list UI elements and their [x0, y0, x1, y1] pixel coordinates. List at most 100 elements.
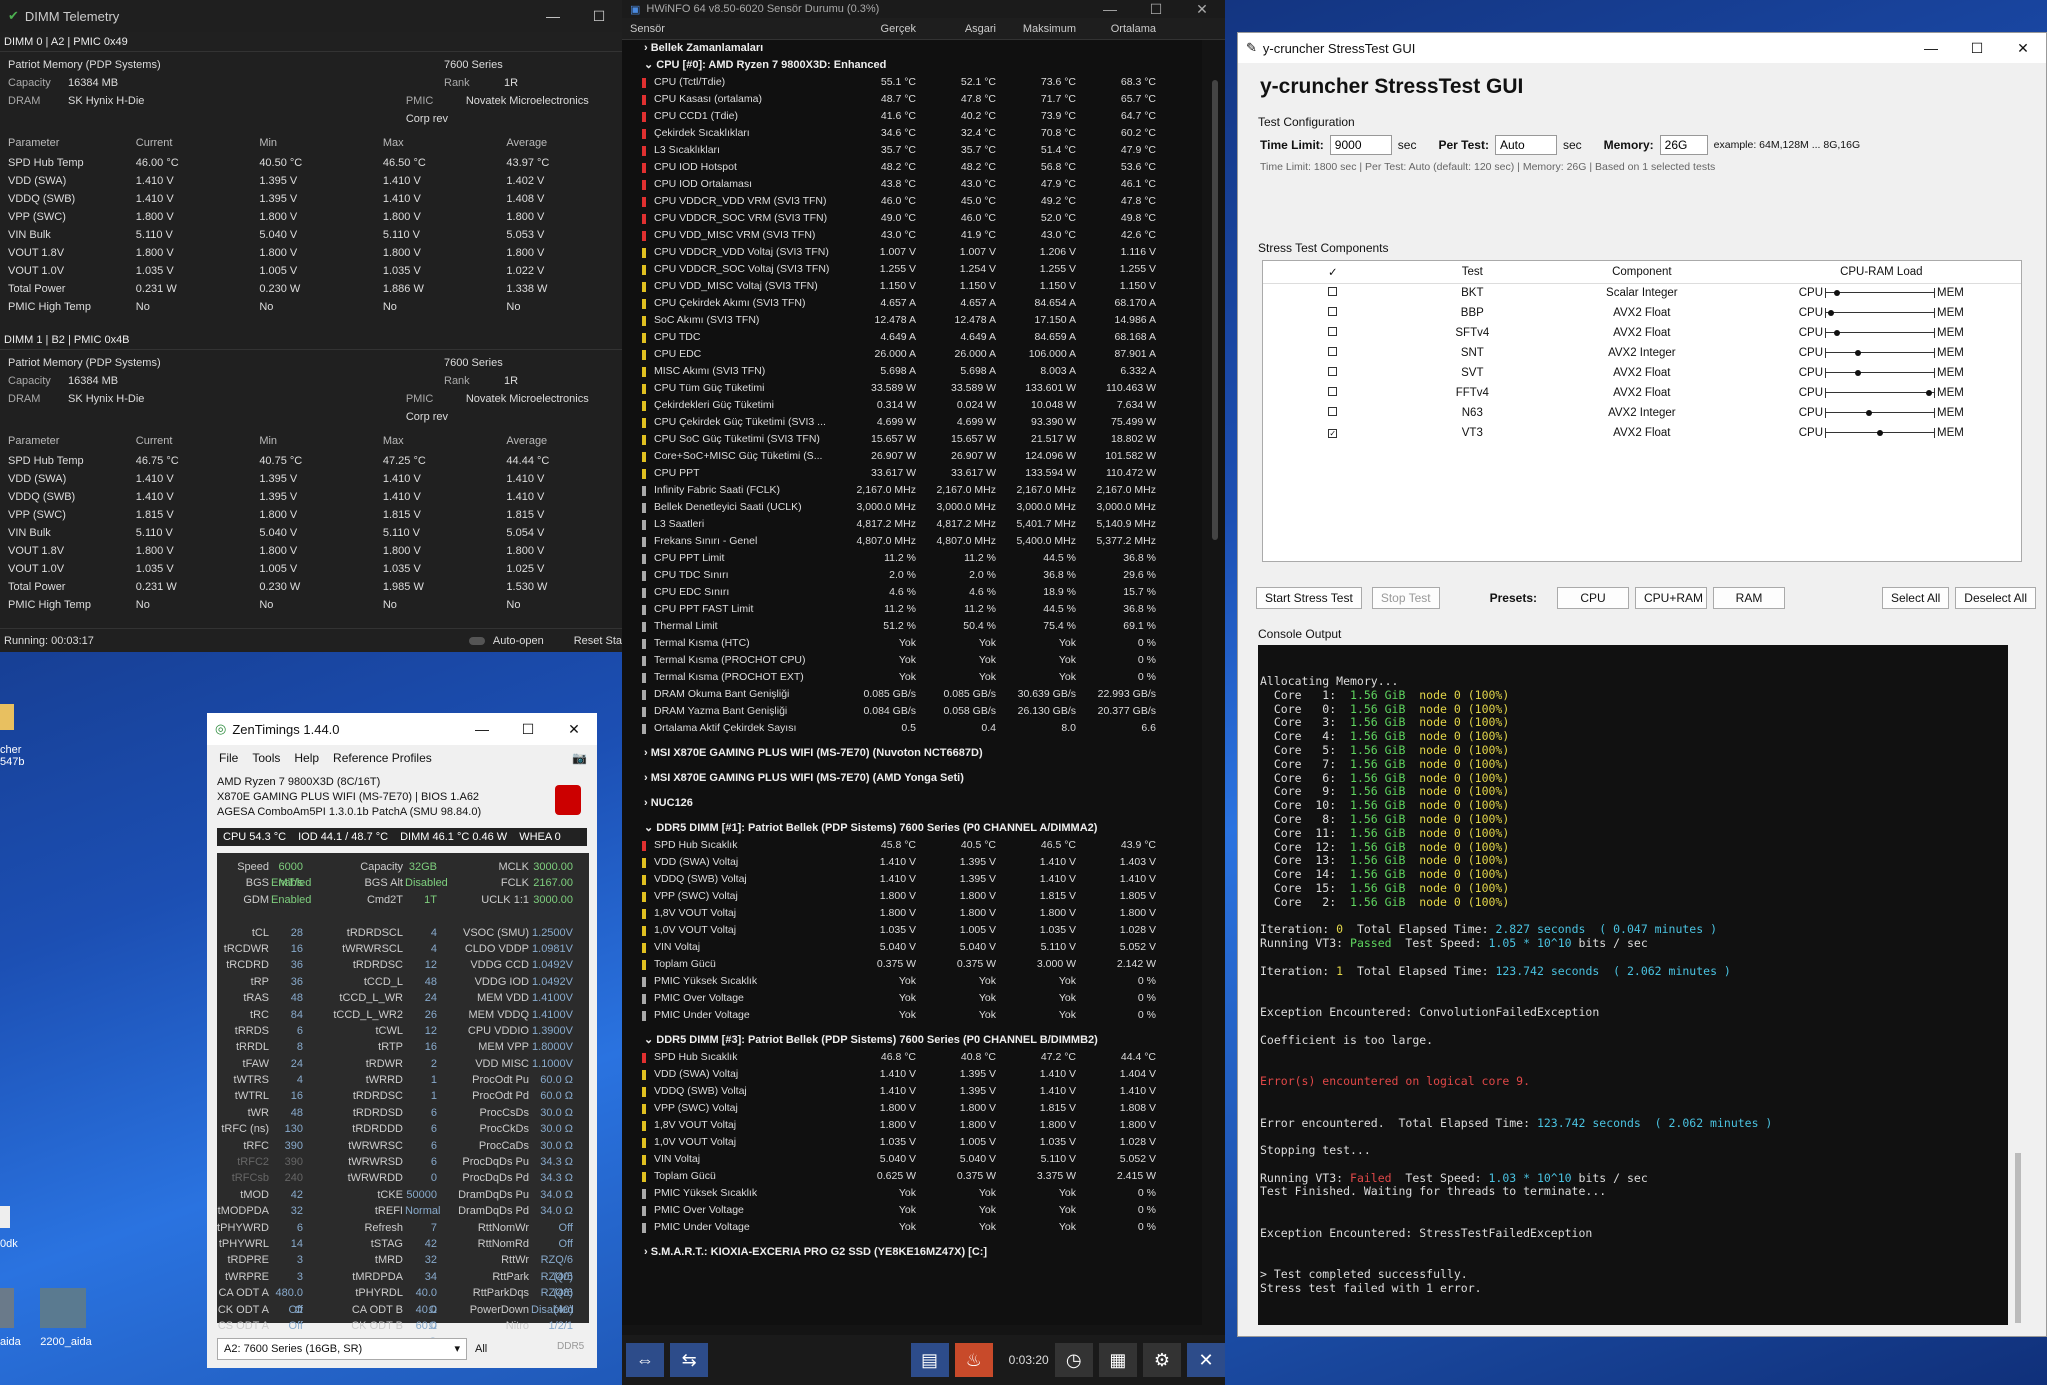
sensor-row[interactable]: CPU PPT FAST Limit 11.2 % 11.2 % 44.5 % 36.8…	[622, 601, 1202, 618]
sensor-row[interactable]: Core+SoC+MISC Güç Tüketimi (S... 26.907 W…	[622, 448, 1202, 465]
maximize-icon[interactable]: ☐	[505, 721, 551, 738]
sensor-row[interactable]: VDDQ (SWB) Voltaj 1.410 V 1.395 V 1.410 V 1.…	[622, 871, 1202, 888]
preset-cpu-button[interactable]: CPU	[1557, 587, 1629, 609]
sensor-row[interactable]: CPU SoC Güç Tüketimi (SVI3 TFN) 15.657 W 1…	[622, 431, 1202, 448]
sensor-section-header[interactable]: › S.M.A.R.T.: KIOXIA-EXCERIA PRO G2 SSD …	[622, 1244, 1202, 1261]
slider-knob[interactable]	[1828, 309, 1835, 316]
test-checkbox[interactable]	[1328, 307, 1338, 316]
load-slider[interactable]	[1825, 367, 1935, 378]
scrollbar[interactable]	[2015, 1153, 2021, 1323]
sensor-row[interactable]: Thermal Limit 51.2 % 50.4 % 75.4 % 69.1 %	[622, 618, 1202, 635]
sensor-row[interactable]: CPU EDC Sınırı 4.6 % 4.6 % 18.9 % 15.7 %	[622, 584, 1202, 601]
close-icon[interactable]: ✕	[1186, 1343, 1225, 1377]
sensor-row[interactable]: CPU EDC 26.000 A 26.000 A 106.000 A 87.901 A	[622, 346, 1202, 363]
sensor-section-header[interactable]: › MSI X870E GAMING PLUS WIFI (MS-7E70) (…	[622, 770, 1202, 787]
arrows-icon[interactable]: ⇆	[670, 1343, 709, 1377]
slider-knob[interactable]	[1866, 409, 1873, 416]
test-checkbox[interactable]	[1328, 287, 1338, 297]
col-sensor[interactable]: Sensör	[622, 18, 840, 39]
minimize-icon[interactable]: —	[1087, 1, 1133, 17]
sensor-row[interactable]: CPU VDD_MISC Voltaj (SVI3 TFN) 1.150 V 1.1…	[622, 278, 1202, 295]
sensor-row[interactable]: PMIC Under Voltage Yok Yok Yok 0 %	[622, 1007, 1202, 1024]
chevron-icon[interactable]: ›	[644, 797, 651, 809]
maximize-icon[interactable]: ☐	[1954, 40, 2000, 57]
time-limit-input[interactable]	[1329, 135, 1392, 155]
load-slider[interactable]	[1825, 387, 1935, 398]
maximize-icon[interactable]: ☐	[576, 8, 622, 25]
deselect-all-button[interactable]: Deselect All	[1955, 587, 2036, 609]
sensor-row[interactable]: VDDQ (SWB) Voltaj 1.410 V 1.395 V 1.410 V 1.…	[622, 1083, 1202, 1100]
clock-icon[interactable]: ◷	[1054, 1343, 1093, 1377]
sensor-row[interactable]: CPU TDC Sınırı 2.0 % 2.0 % 36.8 % 29.6 %	[622, 567, 1202, 584]
sensor-row[interactable]: SPD Hub Sıcaklık 45.8 °C 40.5 °C 46.5 °C 43.…	[622, 837, 1202, 854]
file-icon[interactable]	[0, 1206, 10, 1228]
test-row[interactable]: SNT AVX2 Integer CPU MEM	[1263, 343, 2021, 363]
load-slider[interactable]	[1825, 288, 1935, 299]
load-slider[interactable]	[1825, 307, 1935, 318]
sensor-row[interactable]: CPU TDC 4.649 A 4.649 A 84.659 A 68.168 A	[622, 329, 1202, 346]
sensor-row[interactable]: 1,0V VOUT Voltaj 1.035 V 1.005 V 1.035 V 1.0…	[622, 1134, 1202, 1151]
network-icon[interactable]: ▤	[910, 1343, 949, 1377]
sensor-section-header[interactable]: › NUC126	[622, 795, 1202, 812]
sensor-row[interactable]: CPU VDDCR_VDD VRM (SVI3 TFN) 46.0 °C 45.0 …	[622, 193, 1202, 210]
sensor-row[interactable]: CPU VDDCR_SOC VRM (SVI3 TFN) 49.0 °C 46.0 …	[622, 210, 1202, 227]
sensor-row[interactable]: CPU Tüm Güç Tüketimi 33.589 W 33.589 W 133.…	[622, 380, 1202, 397]
sensor-row[interactable]: CPU Çekirdek Akımı (SVI3 TFN) 4.657 A 4.65…	[622, 295, 1202, 312]
menu-tools[interactable]: Tools	[252, 751, 280, 765]
sensor-row[interactable]: Termal Kısma (PROCHOT CPU) Yok Yok Yok 0 %	[622, 652, 1202, 669]
test-checkbox[interactable]	[1328, 347, 1338, 356]
test-checkbox[interactable]: ✓	[1328, 429, 1338, 438]
chevron-icon[interactable]: ⌄	[644, 822, 656, 834]
column-header[interactable]: CPU-RAM Load	[1741, 261, 2021, 284]
slider-knob[interactable]	[1833, 290, 1840, 297]
sensor-section-header[interactable]: › Bellek Zamanlamaları	[622, 40, 1202, 57]
col-current[interactable]: Gerçek	[840, 18, 920, 39]
sensor-row[interactable]: CPU Kasası (ortalama) 48.7 °C 47.8 °C 71.7 …	[622, 91, 1202, 108]
load-slider[interactable]	[1825, 347, 1935, 358]
sensor-row[interactable]: Ortalama Aktif Çekirdek Sayısı 0.5 0.4 8.0 6…	[622, 720, 1202, 737]
sensor-row[interactable]: 1,8V VOUT Voltaj 1.800 V 1.800 V 1.800 V 1.8…	[622, 905, 1202, 922]
col-max[interactable]: Maksimum	[1000, 18, 1080, 39]
sensor-row[interactable]: Infinity Fabric Saati (FCLK) 2,167.0 MHz 2…	[622, 482, 1202, 499]
scrollbar[interactable]	[1212, 80, 1218, 540]
sensor-row[interactable]: Termal Kısma (PROCHOT EXT) Yok Yok Yok 0 %	[622, 669, 1202, 686]
select-all-button[interactable]: Select All	[1881, 587, 1950, 609]
test-row[interactable]: FFTv4 AVX2 Float CPU MEM	[1263, 383, 2021, 403]
test-row[interactable]: BKT Scalar Integer CPU MEM	[1263, 283, 2021, 303]
sensor-section-header[interactable]: ⌄ DDR5 DIMM [#1]: Patriot Bellek (PDP Si…	[622, 820, 1202, 837]
sensor-row[interactable]: PMIC Yüksek Sıcaklık Yok Yok Yok 0 %	[622, 1185, 1202, 1202]
camera-icon[interactable]: 📷	[572, 751, 587, 765]
sensor-row[interactable]: PMIC Yüksek Sıcaklık Yok Yok Yok 0 %	[622, 973, 1202, 990]
reset-stats-button[interactable]: Reset Sta	[574, 635, 622, 647]
sensor-row[interactable]: CPU IOD Ortalaması 43.8 °C 43.0 °C 47.9 °C 4…	[622, 176, 1202, 193]
per-test-input[interactable]	[1494, 135, 1557, 155]
sensor-row[interactable]: Çekirdekleri Güç Tüketimi 0.314 W 0.024 W 1…	[622, 397, 1202, 414]
menu-reference-profiles[interactable]: Reference Profiles	[333, 751, 432, 765]
column-header[interactable]: ✓	[1263, 261, 1403, 284]
test-row[interactable]: BBP AVX2 Float CPU MEM	[1263, 303, 2021, 323]
sensor-row[interactable]: L3 Sıcaklıkları 35.7 °C 35.7 °C 51.4 °C 47.9…	[622, 142, 1202, 159]
sensor-row[interactable]: CPU (Tctl/Tdie) 55.1 °C 52.1 °C 73.6 °C 68.3…	[622, 74, 1202, 91]
slider-knob[interactable]	[1833, 329, 1840, 336]
chevron-icon[interactable]: ⌄	[644, 1034, 656, 1046]
start-stress-test-button[interactable]: Start Stress Test	[1256, 587, 1362, 609]
memory-input[interactable]	[1659, 135, 1708, 155]
close-icon[interactable]: ✕	[1179, 1, 1225, 18]
sensor-row[interactable]: Bellek Denetleyici Saati (UCLK) 3,000.0 M…	[622, 499, 1202, 516]
sensor-row[interactable]: VIN Voltaj 5.040 V 5.040 V 5.110 V 5.052 V	[622, 1151, 1202, 1168]
gear-icon[interactable]: ⚙	[1142, 1343, 1181, 1377]
sensor-row[interactable]: SoC Akımı (SVI3 TFN) 12.478 A 12.478 A 17.1…	[622, 312, 1202, 329]
test-checkbox[interactable]	[1328, 407, 1338, 416]
sensor-row[interactable]: VIN Voltaj 5.040 V 5.040 V 5.110 V 5.052 V	[622, 939, 1202, 956]
test-row[interactable]: SFTv4 AVX2 Float CPU MEM	[1263, 323, 2021, 343]
slider-knob[interactable]	[1925, 389, 1932, 396]
sensor-row[interactable]: DRAM Okuma Bant Genişliği 0.085 GB/s 0.085…	[622, 686, 1202, 703]
sensor-row[interactable]: MISC Akımı (SVI3 TFN) 5.698 A 5.698 A 8.003…	[622, 363, 1202, 380]
sensor-row[interactable]: PMIC Over Voltage Yok Yok Yok 0 %	[622, 990, 1202, 1007]
load-slider[interactable]	[1825, 427, 1935, 438]
sensor-row[interactable]: CPU CCD1 (Tdie) 41.6 °C 40.2 °C 73.9 °C 64.7…	[622, 108, 1202, 125]
maximize-icon[interactable]: ☐	[1133, 1, 1179, 18]
slider-knob[interactable]	[1855, 349, 1862, 356]
report-icon[interactable]: ▦	[1098, 1343, 1137, 1377]
flame-icon[interactable]: ♨	[954, 1343, 993, 1377]
